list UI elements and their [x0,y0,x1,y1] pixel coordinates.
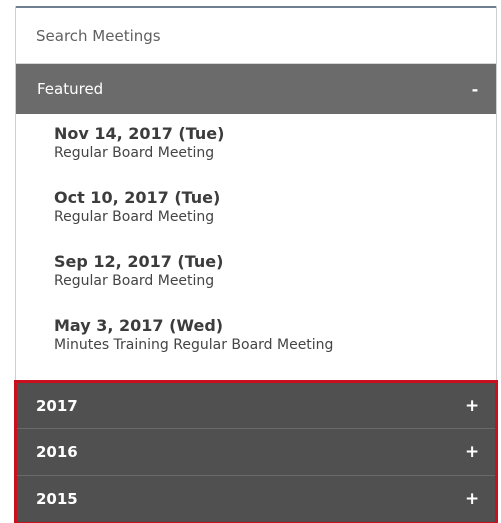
search-input[interactable] [34,25,458,46]
featured-section-header[interactable]: Featured - [16,64,496,114]
meeting-date[interactable]: Nov 14, 2017 (Tue) [54,124,496,144]
meeting-date[interactable]: Sep 12, 2017 (Tue) [54,252,496,272]
search-box [16,6,496,64]
year-sections-highlight: 2017 + 2016 + 2015 + [14,380,498,523]
year-label: 2017 [36,396,78,415]
meeting-title: Regular Board Meeting [54,209,215,225]
expand-toggle-icon[interactable]: + [465,396,479,416]
year-label: 2016 [36,442,78,461]
year-section-2015[interactable]: 2015 + [17,475,495,522]
meeting-item[interactable]: May 3, 2017 (Wed) Minutes Training Regul… [16,314,496,378]
meeting-date[interactable]: May 3, 2017 (Wed) [54,316,496,336]
expand-toggle-icon[interactable]: + [465,489,479,509]
meeting-title: Minutes Training Regular Board Meeting [54,337,334,353]
year-label: 2015 [36,489,78,508]
year-section-2016[interactable]: 2016 + [17,429,495,476]
meeting-item[interactable]: Oct 10, 2017 (Tue) Regular Board Meeting [16,186,496,250]
collapse-toggle-icon[interactable]: - [468,80,482,99]
meeting-title: Regular Board Meeting [54,273,215,289]
meeting-title: Regular Board Meeting [54,145,215,161]
meeting-item[interactable]: Nov 14, 2017 (Tue) Regular Board Meeting [16,122,496,186]
featured-meeting-list: Nov 14, 2017 (Tue) Regular Board Meeting… [16,114,496,379]
expand-toggle-icon[interactable]: + [465,442,479,462]
meeting-item[interactable]: Sep 12, 2017 (Tue) Regular Board Meeting [16,250,496,314]
meetings-panel: Featured - Nov 14, 2017 (Tue) Regular Bo… [14,6,498,523]
featured-label: Featured [37,80,104,98]
meeting-date[interactable]: Oct 10, 2017 (Tue) [54,188,496,208]
year-section-2017[interactable]: 2017 + [17,383,495,430]
